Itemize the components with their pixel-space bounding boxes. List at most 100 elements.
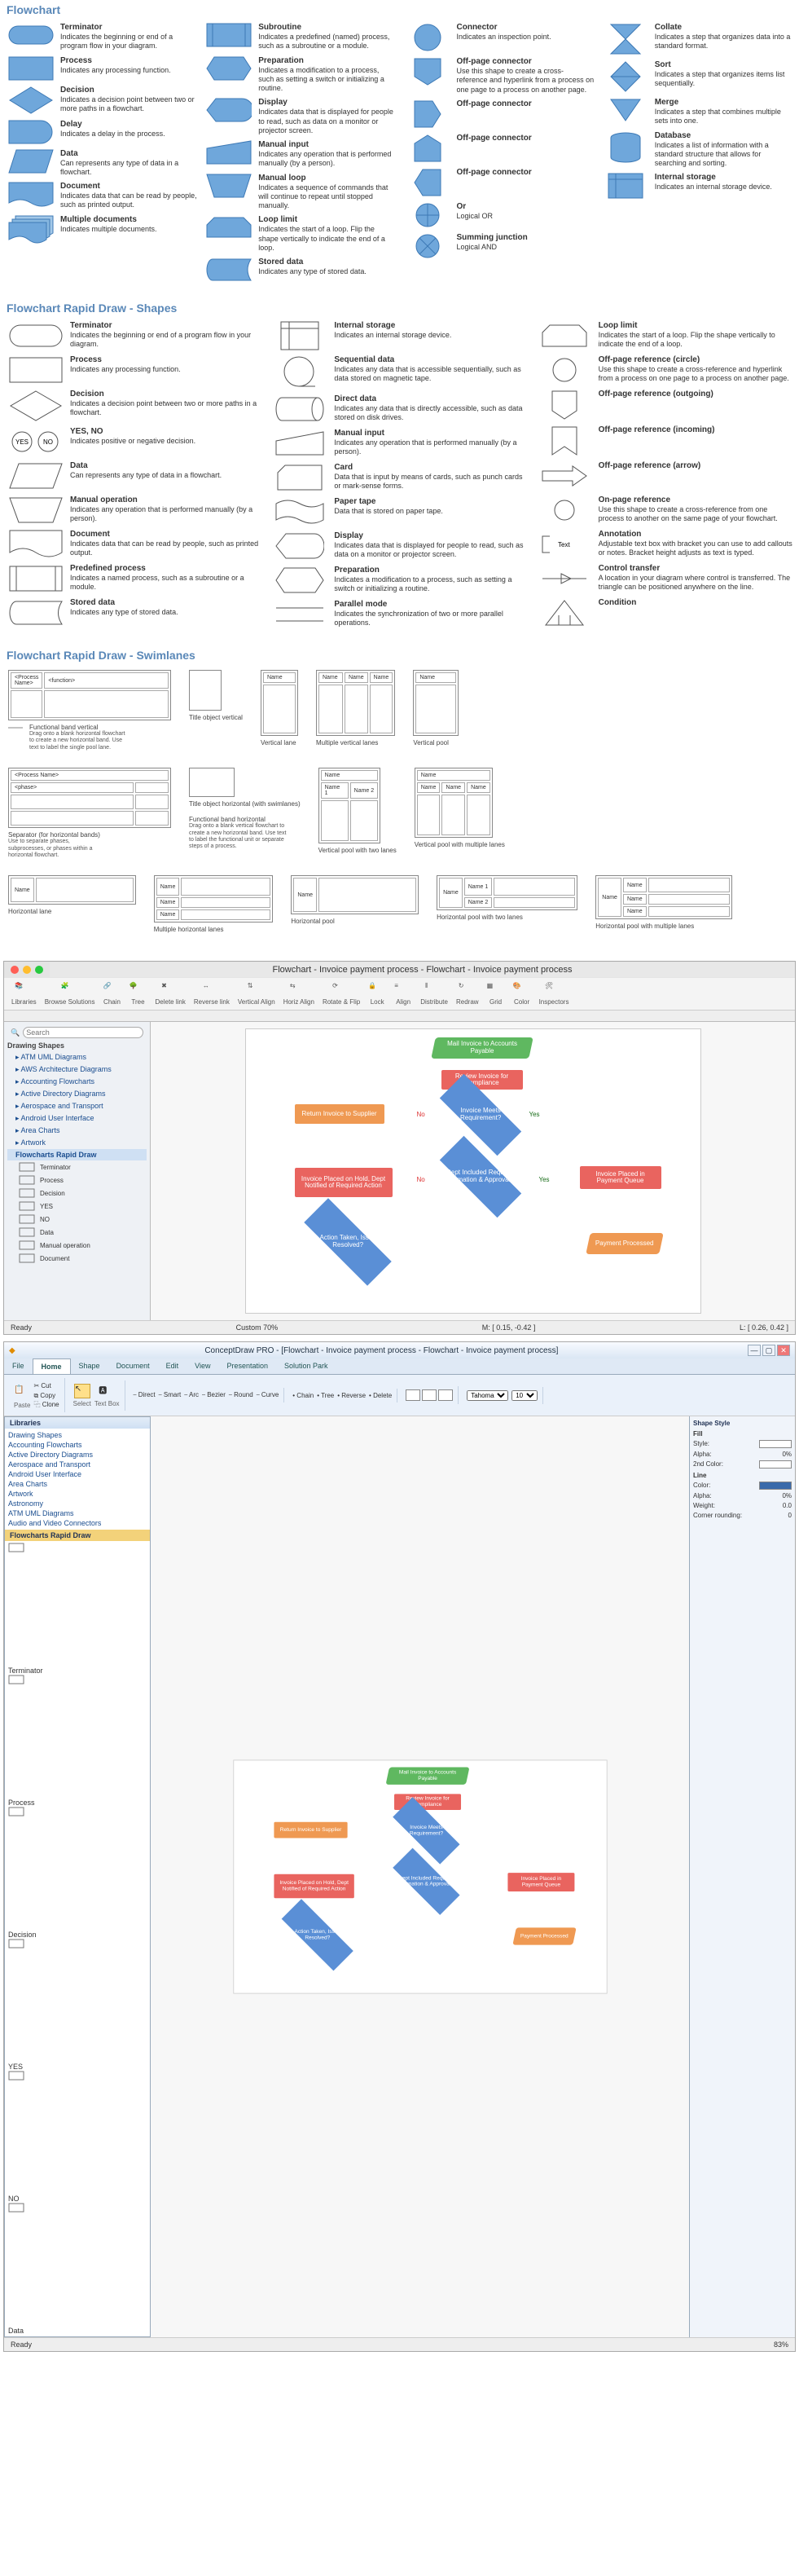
shape-item-yes[interactable]: YES [7,1200,147,1213]
node-mail[interactable]: Mail Invoice to Accounts Payable [385,1767,469,1784]
style-swatch[interactable] [406,1389,420,1401]
tab-document[interactable]: Document [108,1358,158,1374]
arrange-chain[interactable]: • Chain [292,1392,314,1399]
lib-item-aerospace-and-transport[interactable]: Aerospace and Transport [8,1460,147,1469]
lib-item-audio-and-video-connectors[interactable]: Audio and Video Connectors [8,1518,147,1528]
connector-smart[interactable]: ⎯ Smart [159,1391,182,1399]
toolbar-libraries[interactable]: 📚Libraries [9,981,39,1006]
shape-item-document[interactable]: Document [7,1252,147,1265]
toolbar-reverse-link[interactable]: ↔Reverse link [191,981,232,1006]
toolbar-horiz-align[interactable]: ⇆Horiz Align [281,981,317,1006]
connector-bezier[interactable]: ⎯ Bezier [202,1391,226,1399]
tab-presentation[interactable]: Presentation [218,1358,276,1374]
style-swatch[interactable] [438,1389,453,1401]
shape-item-process[interactable]: Process [7,1174,147,1187]
shape-item-terminator[interactable]: Terminator [8,1543,147,1675]
toolbar-lock[interactable]: 🔒Lock [366,981,389,1006]
select-icon[interactable]: ↖ [74,1384,90,1398]
node-dept[interactable]: Dept Included Required Information & App… [439,1136,520,1218]
sidebar-item-active-directory-diagrams[interactable]: ▸ Active Directory Diagrams [7,1088,147,1100]
toolbar-chain[interactable]: 🔗Chain [101,981,124,1006]
lib-item-atm-uml-diagrams[interactable]: ATM UML Diagrams [8,1508,147,1518]
shape-item-terminator[interactable]: Terminator [7,1160,147,1174]
color2-swatch[interactable] [759,1460,792,1469]
connector-arc[interactable]: ⎯ Arc [184,1391,199,1399]
shape-item-decision[interactable]: Decision [7,1187,147,1200]
paste-icon[interactable]: 📋 [14,1385,30,1400]
toolbar-distribute[interactable]: ⫴Distribute [418,981,450,1006]
toolbar-color[interactable]: 🎨Color [511,981,533,1006]
node-mail[interactable]: Mail Invoice to Accounts Payable [431,1037,533,1059]
copy-button[interactable]: ⧉ Copy [33,1391,59,1400]
clone-button[interactable]: ⿻ Clone [33,1400,59,1409]
tab-shape[interactable]: Shape [71,1358,108,1374]
sidebar-item-accounting-flowcharts[interactable]: ▸ Accounting Flowcharts [7,1076,147,1088]
close-dot-icon[interactable] [11,966,19,974]
tab-file[interactable]: File [4,1358,33,1374]
toolbar-align[interactable]: ≡Align [392,981,415,1006]
node-payment[interactable]: Payment Processed [512,1927,576,1944]
toolbar-rotate-&-flip[interactable]: ⟳Rotate & Flip [320,981,362,1006]
shape-item-manual-operation[interactable]: Manual operation [7,1239,147,1252]
max-dot-icon[interactable] [35,966,43,974]
toolbar-vertical-align[interactable]: ⇅Vertical Align [235,981,278,1006]
search-input[interactable] [23,1027,143,1038]
toolbar-delete-link[interactable]: ✖Delete link [153,981,188,1006]
shape-item-data[interactable]: Data [8,2203,147,2335]
close-button[interactable]: ✕ [777,1345,790,1356]
tab-edit[interactable]: Edit [158,1358,187,1374]
max-button[interactable]: ▢ [762,1345,775,1356]
node-action[interactable]: Action Taken, Issue Resolved? [281,1899,353,1971]
node-return[interactable]: Return Invoice to Supplier [295,1104,384,1124]
node-hold[interactable]: Invoice Placed on Hold, Dept Notified of… [295,1168,393,1197]
lib-item-accounting-flowcharts[interactable]: Accounting Flowcharts [8,1440,147,1450]
lib-item-astronomy[interactable]: Astronomy [8,1499,147,1508]
connector-round[interactable]: ⎯ Round [229,1391,253,1399]
sidebar-item-artwork[interactable]: ▸ Artwork [7,1137,147,1149]
mac-canvas[interactable]: Mail Invoice to Accounts Payable Review … [151,1022,795,1320]
lib-item-area-charts[interactable]: Area Charts [8,1479,147,1489]
connector-direct[interactable]: ⎯ Direct [134,1391,156,1399]
min-button[interactable]: — [748,1345,761,1356]
node-queue[interactable]: Invoice Placed in Payment Queue [580,1166,661,1189]
sidebar-item-aerospace-and-transport[interactable]: ▸ Aerospace and Transport [7,1100,147,1112]
sidebar-sel-header[interactable]: Flowcharts Rapid Draw [5,1530,150,1541]
min-dot-icon[interactable] [23,966,31,974]
node-action[interactable]: Action Taken, Issue Resolved? [304,1199,391,1286]
shape-item-decision[interactable]: Decision [8,1807,147,1939]
style-swatch[interactable] [422,1389,437,1401]
arrange-reverse[interactable]: • Reverse [337,1392,366,1399]
sidebar-item-flowcharts-rapid[interactable]: Flowcharts Rapid Draw [7,1149,147,1160]
connector-curve[interactable]: ⎯ Curve [257,1391,279,1399]
toolbar-tree[interactable]: 🌳Tree [127,981,150,1006]
font-size-select[interactable]: 10 [511,1390,538,1401]
tab-view[interactable]: View [187,1358,218,1374]
linealpha-value[interactable]: 0% [782,1492,792,1499]
lib-item-drawing-shapes[interactable]: Drawing Shapes [8,1430,147,1440]
win-canvas[interactable]: Mail Invoice to Accounts Payable Review … [151,1416,689,2337]
arrange-tree[interactable]: • Tree [317,1392,334,1399]
style-swatch[interactable] [759,1440,792,1448]
tab-home[interactable]: Home [33,1358,71,1374]
shape-item-yes[interactable]: YES [8,1939,147,2071]
sidebar-item-atm-uml-diagrams[interactable]: ▸ ATM UML Diagrams [7,1051,147,1063]
toolbar-grid[interactable]: ▦Grid [485,981,507,1006]
sidebar-item-aws-architecture-diagrams[interactable]: ▸ AWS Architecture Diagrams [7,1063,147,1076]
shape-item-no[interactable]: NO [8,2071,147,2203]
linecolor-swatch[interactable] [759,1482,792,1490]
status-zoom[interactable]: 83% [774,2340,788,2349]
node-payment[interactable]: Payment Processed [586,1233,664,1254]
corner-value[interactable]: 0 [788,1512,792,1519]
sidebar-item-area-charts[interactable]: ▸ Area Charts [7,1125,147,1137]
toolbar-inspectors[interactable]: 🛠Inspectors [537,981,572,1006]
toolbar-redraw[interactable]: ↻Redraw [454,981,481,1006]
font-select[interactable]: Tahoma [467,1390,508,1401]
arrange-delete[interactable]: • Delete [369,1392,392,1399]
textbox-icon[interactable]: 🅰 [99,1384,115,1398]
node-queue[interactable]: Invoice Placed in Payment Queue [507,1873,574,1891]
lib-item-active-directory-diagrams[interactable]: Active Directory Diagrams [8,1450,147,1460]
toolbar-browse-solutions[interactable]: 🧩Browse Solutions [42,981,98,1006]
lib-item-android-user-interface[interactable]: Android User Interface [8,1469,147,1479]
shape-item-data[interactable]: Data [7,1226,147,1239]
node-return[interactable]: Return Invoice to Supplier [274,1822,347,1838]
